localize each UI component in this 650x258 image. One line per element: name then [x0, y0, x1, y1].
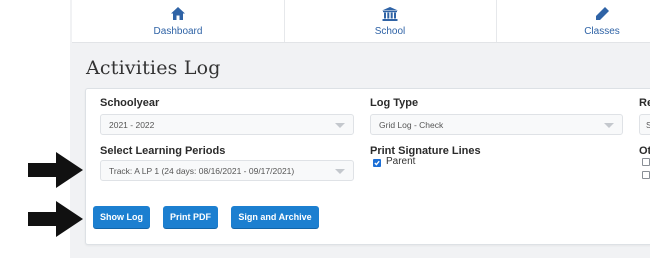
pencil-icon: [496, 7, 650, 21]
report-label: Re: [639, 97, 650, 109]
nav-classes[interactable]: Classes: [496, 0, 650, 42]
learning-periods-value: Track: A LP 1 (24 days: 08/16/2021 - 09/…: [109, 165, 295, 176]
top-navigation: Dashboard School Classes: [72, 0, 650, 43]
log-type-label: Log Type: [370, 97, 419, 109]
home-icon: [72, 7, 284, 21]
log-type-value: Grid Log - Check: [379, 119, 444, 130]
print-pdf-button[interactable]: Print PDF: [163, 206, 218, 228]
page-title: Activities Log: [86, 57, 221, 79]
log-type-select[interactable]: Grid Log - Check: [370, 114, 623, 135]
schoolyear-select[interactable]: 2021 - 2022: [100, 114, 354, 135]
parent-checkbox[interactable]: [373, 159, 381, 167]
learning-periods-select[interactable]: Track: A LP 1 (24 days: 08/16/2021 - 09/…: [100, 160, 354, 181]
check-icon: [374, 160, 380, 166]
nav-label: Classes: [584, 26, 620, 37]
other-checkbox[interactable]: [642, 158, 650, 166]
chevron-down-icon: [335, 123, 345, 128]
chevron-down-icon: [604, 123, 614, 128]
arrow-right-icon: [28, 201, 83, 237]
institution-icon: [284, 7, 496, 21]
nav-label: Dashboard: [153, 26, 203, 37]
sign-and-archive-button[interactable]: Sign and Archive: [231, 206, 319, 228]
schoolyear-value: 2021 - 2022: [109, 119, 155, 130]
nav-label: School: [374, 26, 406, 37]
nav-dashboard[interactable]: Dashboard: [72, 0, 285, 42]
other-label: Ot: [639, 145, 650, 157]
nav-school[interactable]: School: [284, 0, 497, 42]
arrow-right-icon: [28, 152, 83, 188]
other-checkbox[interactable]: [642, 171, 650, 179]
chevron-down-icon: [335, 169, 345, 174]
report-value: S: [646, 119, 650, 130]
schoolyear-label: Schoolyear: [100, 97, 160, 109]
show-log-button[interactable]: Show Log: [93, 206, 150, 228]
learning-periods-label: Select Learning Periods: [100, 145, 226, 157]
parent-option-label: Parent: [386, 156, 416, 167]
report-select[interactable]: S: [639, 114, 650, 135]
